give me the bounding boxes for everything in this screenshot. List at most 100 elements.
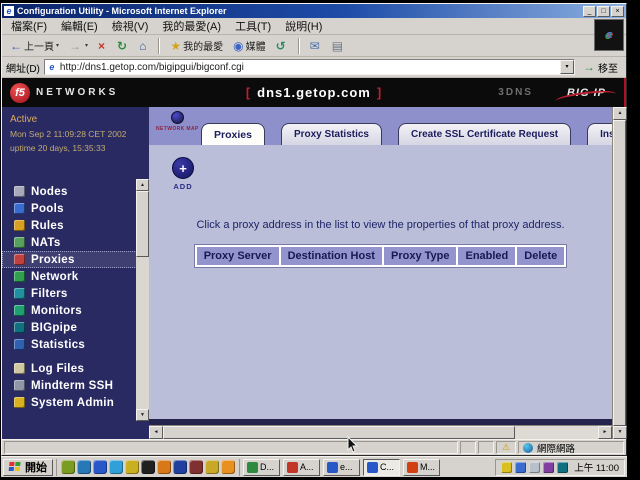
link-3dns[interactable]: 3DNS — [498, 87, 533, 98]
link-bigip[interactable]: BIG IP — [563, 87, 610, 99]
address-input[interactable]: e http://dns1.getop.com/bigipgui/bigconf… — [44, 59, 575, 75]
minimize-button[interactable]: _ — [583, 6, 596, 17]
sidebar-item[interactable]: Statistics — [2, 336, 149, 353]
quick-launch-icon[interactable] — [61, 460, 75, 474]
sidebar-nav: Nodes Pools Rules — [2, 183, 149, 411]
address-url[interactable]: http://dns1.getop.com/bigipgui/bigconf.c… — [60, 62, 560, 73]
vertical-scrollbar[interactable]: ▲ ▼ — [612, 107, 626, 439]
scroll-down-icon[interactable]: ▼ — [613, 426, 627, 439]
add-proxy-control[interactable]: + ADD — [169, 157, 197, 191]
toolbar-button[interactable]: → ▾ — [65, 36, 92, 55]
task-button-label: e... — [340, 462, 353, 472]
menu-item[interactable]: 編輯(E) — [54, 17, 105, 35]
quick-launch-icon[interactable] — [77, 460, 91, 474]
toolbar-button[interactable]: ✉ — [306, 36, 326, 55]
scrollbar-thumb[interactable] — [136, 191, 149, 257]
sidebar-item[interactable]: Pools — [2, 200, 149, 217]
quick-launch-icon[interactable] — [157, 460, 171, 474]
table-header-cell[interactable]: Proxy Server — [197, 247, 279, 265]
restore-button[interactable]: □ — [597, 6, 610, 17]
add-button[interactable]: + — [172, 157, 194, 179]
quick-launch-icon[interactable] — [93, 460, 107, 474]
task-button[interactable]: D... — [243, 459, 280, 476]
scroll-up-icon[interactable]: ▲ — [136, 179, 149, 191]
sidebar-item-label: BIGpipe — [31, 322, 77, 334]
address-bar: 網址(D) e http://dns1.getop.com/bigipgui/b… — [2, 57, 626, 78]
sidebar-item[interactable]: Mindterm SSH — [2, 377, 149, 394]
scrollbar-thumb[interactable] — [613, 120, 626, 426]
sidebar-item-icon — [14, 203, 25, 214]
sidebar-item[interactable]: Network — [2, 268, 149, 285]
chevron-down-icon[interactable]: ▾ — [85, 42, 88, 49]
table-header-cell[interactable]: Destination Host — [281, 247, 382, 265]
tray-icon[interactable] — [557, 462, 568, 473]
sidebar-item[interactable]: Rules — [2, 217, 149, 234]
menu-item[interactable]: 工具(T) — [228, 17, 278, 35]
sidebar-item[interactable]: Filters — [2, 285, 149, 302]
scroll-left-icon[interactable]: ◄ — [149, 426, 163, 439]
scroll-up-icon[interactable]: ▲ — [613, 107, 627, 120]
table-header-cell[interactable]: Proxy Type — [384, 247, 457, 265]
toolbar-button[interactable]: ← 上一頁 ▾ — [6, 36, 63, 55]
quick-launch-icon[interactable] — [125, 460, 139, 474]
scroll-down-icon[interactable]: ▼ — [136, 409, 149, 421]
tab[interactable]: Install SSL Certif — [587, 123, 612, 145]
tab[interactable]: Create SSL Certificate Request — [398, 123, 571, 145]
address-dropdown-button[interactable]: ▾ — [560, 60, 574, 74]
toolbar-button-icon: ◉ — [233, 39, 243, 53]
task-button[interactable]: A... — [283, 459, 320, 476]
toolbar-button[interactable]: ◉ 媒體 — [229, 36, 269, 55]
quick-launch-icon[interactable] — [221, 460, 235, 474]
task-button[interactable]: C... — [363, 459, 400, 476]
menu-item[interactable]: 檔案(F) — [4, 17, 54, 35]
tray-icon[interactable] — [515, 462, 526, 473]
chevron-down-icon[interactable]: ▾ — [56, 42, 59, 49]
scrollbar-thumb[interactable] — [163, 426, 515, 439]
table-header-cell[interactable]: Delete — [517, 247, 564, 265]
sidebar-item-icon — [14, 186, 25, 197]
sidebar-item[interactable]: BIGpipe — [2, 319, 149, 336]
quick-launch-icon[interactable] — [189, 460, 203, 474]
tab[interactable]: Proxy Statistics — [281, 123, 382, 145]
toolbar-button[interactable]: ★ 我的最愛 — [166, 36, 227, 55]
start-button[interactable]: 開始 — [3, 459, 53, 476]
toolbar-button[interactable]: × — [94, 36, 111, 55]
quick-launch-icon[interactable] — [141, 460, 155, 474]
menu-item[interactable]: 說明(H) — [278, 17, 329, 35]
toolbar-button[interactable]: ⌂ — [135, 36, 152, 55]
close-button[interactable]: × — [611, 6, 624, 17]
sidebar-item[interactable]: Monitors — [2, 302, 149, 319]
scroll-right-icon[interactable]: ► — [598, 426, 612, 439]
menu-item[interactable]: 檢視(V) — [105, 17, 156, 35]
menu-item[interactable]: 我的最愛(A) — [155, 17, 228, 35]
toolbar-button[interactable]: ▤ — [328, 36, 349, 55]
quick-launch-icon[interactable] — [173, 460, 187, 474]
sidebar-item[interactable]: Nodes — [2, 183, 149, 200]
toolbar-button[interactable]: ↻ — [113, 36, 133, 55]
tray-icon[interactable] — [529, 462, 540, 473]
sidebar-item-icon — [14, 339, 25, 350]
internet-zone-icon — [523, 443, 533, 453]
quick-launch-icon[interactable] — [109, 460, 123, 474]
horizontal-scrollbar[interactable]: ◄ ► — [149, 425, 612, 439]
sidebar-item[interactable]: System Admin — [2, 394, 149, 411]
task-button[interactable]: M... — [403, 459, 440, 476]
sidebar-item[interactable]: NATs — [2, 234, 149, 251]
tray-icon[interactable] — [501, 462, 512, 473]
network-map-button[interactable]: NETWORK MAP — [156, 111, 198, 132]
tray-icon[interactable] — [543, 462, 554, 473]
scrollbar-track[interactable] — [515, 426, 598, 439]
quick-launch-icon[interactable] — [205, 460, 219, 474]
table-header-cell[interactable]: Enabled — [458, 247, 515, 265]
toolbar-button[interactable]: ↺ — [272, 36, 292, 55]
title-bar[interactable]: e Configuration Utility - Microsoft Inte… — [2, 4, 626, 18]
go-button[interactable]: → 移至 — [579, 60, 622, 75]
sidebar-item-label: Statistics — [31, 339, 85, 351]
toolbar-button-icon: × — [98, 39, 105, 53]
status-uptime: uptime 20 days, 15:35:33 — [10, 143, 149, 153]
sidebar-item[interactable]: Log Files — [2, 360, 149, 377]
sidebar-item[interactable]: Proxies — [2, 251, 149, 268]
tab[interactable]: Proxies — [201, 123, 265, 145]
task-button[interactable]: e... — [323, 459, 360, 476]
sidebar-scrollbar[interactable]: ▲ ▼ — [136, 179, 149, 421]
